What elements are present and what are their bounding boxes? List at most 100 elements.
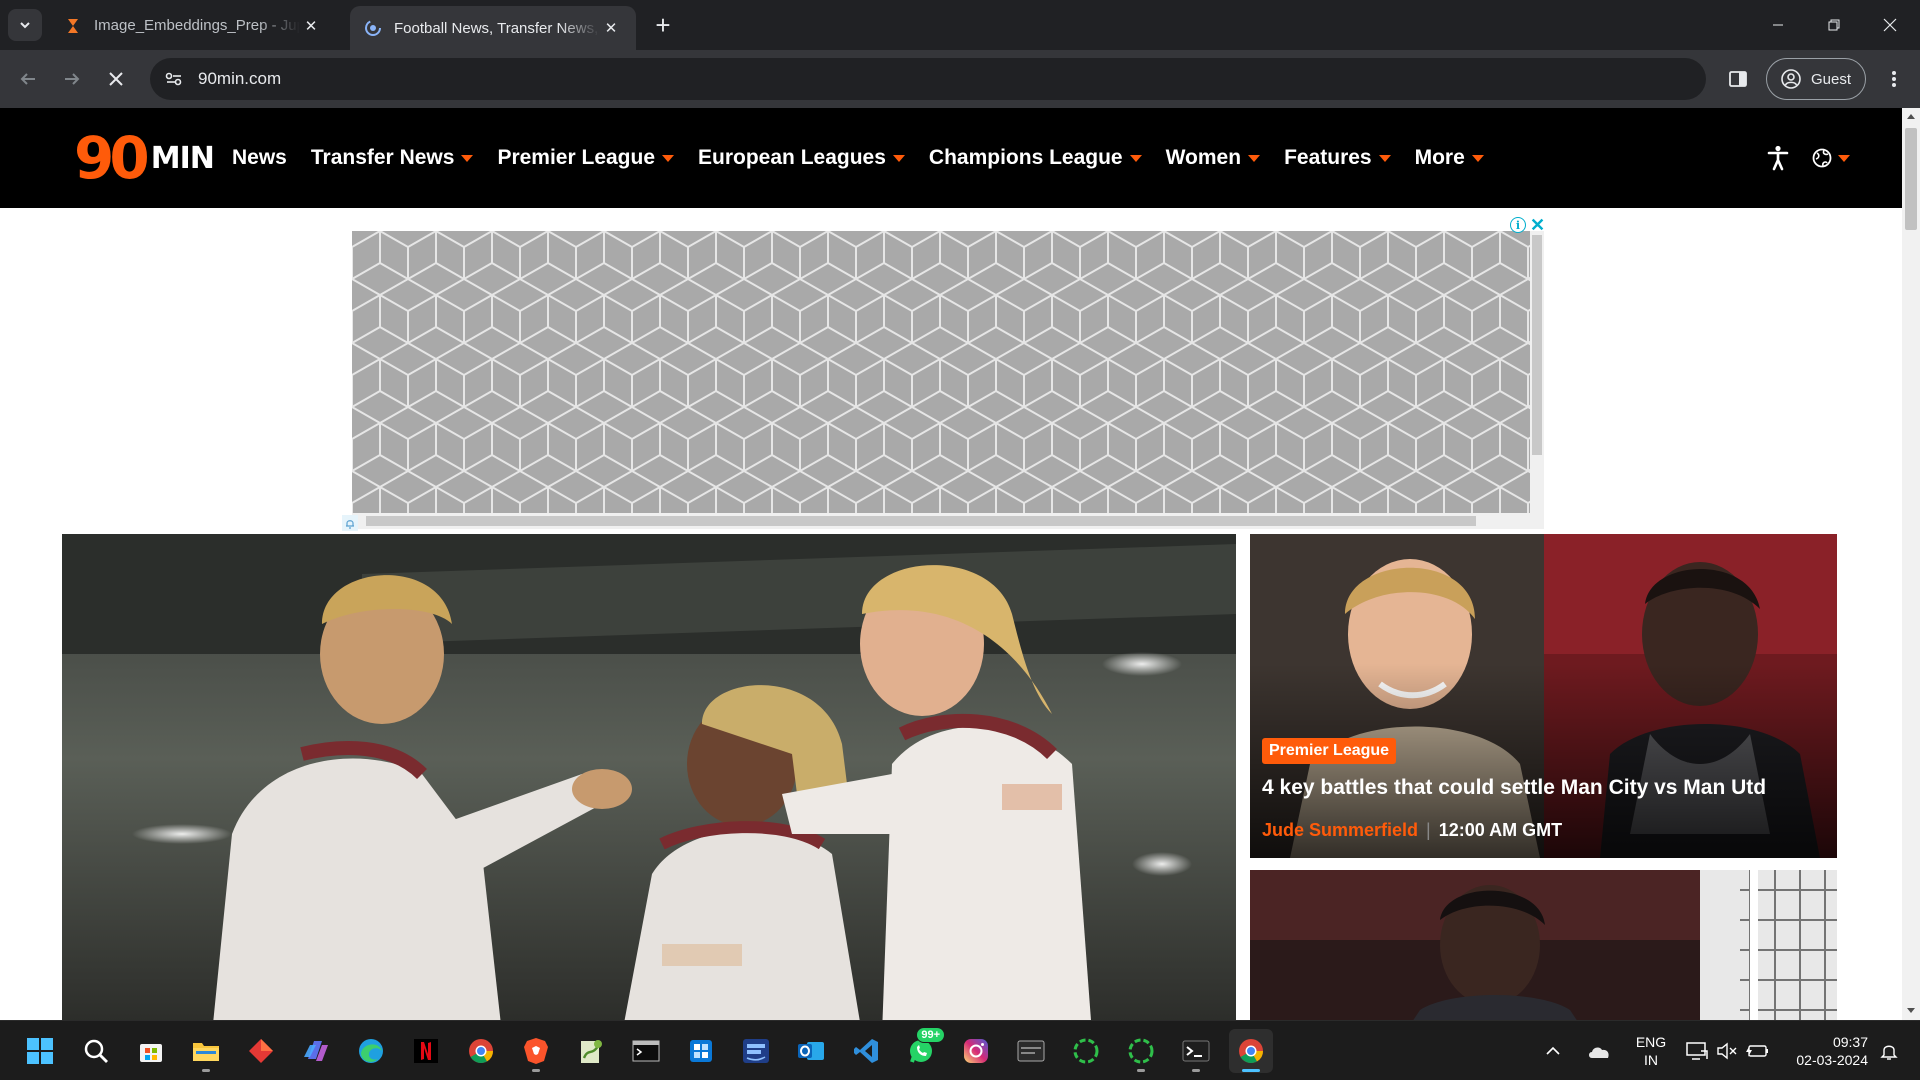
scroll-up-icon[interactable] (1907, 114, 1915, 119)
caret-down-icon (1838, 154, 1850, 162)
article-card[interactable]: Premier League 4 key battles that could … (1250, 534, 1837, 858)
close-window-button[interactable] (1862, 0, 1918, 50)
site-info-button[interactable] (160, 65, 188, 93)
restore-button[interactable] (1806, 0, 1862, 50)
outlook-icon[interactable] (789, 1029, 833, 1073)
logo-word: MIN (150, 140, 215, 176)
url-text[interactable]: 90min.com (198, 69, 281, 89)
vscode-icon[interactable] (844, 1029, 888, 1073)
article-photo (1250, 534, 1837, 858)
notification-bell-icon[interactable] (342, 515, 358, 531)
volume-muted-icon[interactable] (1712, 1029, 1742, 1073)
side-panel-icon (1729, 71, 1747, 87)
nav-champions-league[interactable]: Champions League (929, 146, 1142, 170)
caret-down-icon (892, 154, 905, 162)
windows-terminal-icon[interactable] (1174, 1029, 1218, 1073)
windows-start-icon[interactable] (18, 1029, 62, 1073)
back-button[interactable] (12, 63, 44, 95)
forward-button[interactable] (56, 63, 88, 95)
terminal-cmd-icon[interactable] (624, 1029, 668, 1073)
instagram-icon[interactable] (954, 1029, 998, 1073)
loading-ring-icon[interactable] (1119, 1029, 1163, 1073)
minimize-button[interactable] (1750, 0, 1806, 50)
category-badge[interactable]: Premier League (1262, 738, 1397, 764)
chrome-icon[interactable] (459, 1029, 503, 1073)
tab-search-button[interactable] (8, 9, 42, 41)
battery-charging-icon[interactable] (1742, 1029, 1772, 1073)
article-card[interactable] (1250, 870, 1837, 1020)
clock-date: 02-03-2024 (1796, 1052, 1868, 1068)
caret-down-icon (1248, 154, 1261, 162)
notification-bell-icon[interactable] (1874, 1029, 1904, 1073)
ad-scroll-thumb[interactable] (366, 516, 1476, 526)
ad-vertical-scrollbar[interactable] (1530, 231, 1544, 513)
notepad-plus-icon[interactable] (569, 1029, 613, 1073)
ad-close-icon[interactable]: ✕ (1530, 215, 1545, 236)
globe-icon (1812, 148, 1832, 168)
browser-menu-button[interactable] (1878, 63, 1910, 95)
file-explorer-icon[interactable] (184, 1029, 228, 1073)
nav-label: News (232, 146, 287, 169)
lang-line1: ENG (1635, 1034, 1667, 1050)
tab-jupyter[interactable]: Image_Embeddings_Prep - Jupyter ✕ (50, 7, 336, 44)
accessibility-button[interactable] (1762, 142, 1794, 174)
taskbar-clock[interactable]: 09:37 02-03-2024 (1780, 1033, 1868, 1069)
article-headline[interactable]: 4 key battles that could settle Man City… (1262, 776, 1822, 800)
tab-90min[interactable]: Football News, Transfer News, Le ✕ (350, 6, 636, 50)
nav-news[interactable]: News (232, 146, 287, 170)
edge-icon[interactable] (349, 1029, 393, 1073)
nav-women[interactable]: Women (1165, 146, 1261, 170)
nav-more[interactable]: More (1415, 146, 1484, 170)
stop-loading-button[interactable] (100, 63, 132, 95)
close-tab-icon[interactable]: ✕ (600, 17, 622, 39)
chrome-icon[interactable] (1229, 1029, 1273, 1073)
windows-taskbar: 99+ ENG IN 09:37 02-03-2024 (0, 1020, 1920, 1080)
article-author[interactable]: Jude Summerfield (1262, 820, 1418, 841)
app-red-diamond-icon[interactable] (239, 1029, 283, 1073)
terminal-window-icon[interactable] (1009, 1029, 1053, 1073)
site-logo[interactable]: 90 MIN (74, 129, 215, 187)
windows-app-icon[interactable] (679, 1029, 723, 1073)
accessibility-icon (1767, 145, 1789, 171)
search-icon[interactable] (74, 1029, 118, 1073)
input-language[interactable]: ENG IN (1628, 1033, 1674, 1069)
page-scroll-thumb[interactable] (1905, 128, 1917, 230)
new-tab-button[interactable]: + (648, 10, 678, 40)
ad-hex-pattern (352, 231, 1530, 513)
network-icon[interactable] (1682, 1029, 1712, 1073)
scroll-down-icon[interactable] (1907, 1008, 1915, 1013)
browser-toolbar: 90min.com Guest (0, 50, 1920, 108)
nav-label: Women (1165, 146, 1242, 169)
brave-icon[interactable] (514, 1029, 558, 1073)
microsoft-store-icon[interactable] (129, 1029, 173, 1073)
profile-label: Guest (1811, 70, 1852, 88)
netflix-icon[interactable] (404, 1029, 448, 1073)
edition-selector[interactable] (1812, 142, 1850, 174)
loading-ring-icon[interactable] (1064, 1029, 1108, 1073)
copilot-icon[interactable] (294, 1029, 338, 1073)
ad-scroll-thumb[interactable] (1532, 235, 1542, 455)
browser-tab-strip: Image_Embeddings_Prep - Jupyter ✕ Footba… (0, 0, 1920, 50)
whatsapp-icon[interactable]: 99+ (899, 1027, 945, 1073)
address-bar[interactable]: 90min.com (150, 58, 1706, 100)
nav-features[interactable]: Features (1284, 146, 1391, 170)
ad-horizontal-scrollbar[interactable] (352, 513, 1544, 529)
close-tab-icon[interactable]: ✕ (300, 15, 322, 37)
article-photo (1250, 870, 1837, 1020)
ad-banner[interactable]: i ✕ (342, 215, 1545, 531)
onedrive-cloud-icon[interactable] (1582, 1029, 1616, 1073)
page-scrollbar[interactable] (1902, 108, 1920, 1020)
side-panel-button[interactable] (1722, 63, 1754, 95)
ad-info-icon[interactable]: i (1510, 217, 1526, 233)
nav-premier-league[interactable]: Premier League (497, 146, 675, 170)
profile-button[interactable]: Guest (1766, 58, 1866, 100)
clock-time: 09:37 (1832, 1034, 1868, 1050)
hero-article-image[interactable] (62, 534, 1236, 1020)
more-vert-icon (1892, 71, 1896, 87)
site-header: 90 MIN News Transfer News Premier League… (0, 108, 1902, 208)
prime-video-icon[interactable] (734, 1029, 778, 1073)
nav-european-leagues[interactable]: European Leagues (698, 146, 905, 170)
show-hidden-icons-icon[interactable] (1540, 1029, 1566, 1073)
ad-pattern (352, 231, 1530, 513)
nav-transfer-news[interactable]: Transfer News (311, 146, 474, 170)
